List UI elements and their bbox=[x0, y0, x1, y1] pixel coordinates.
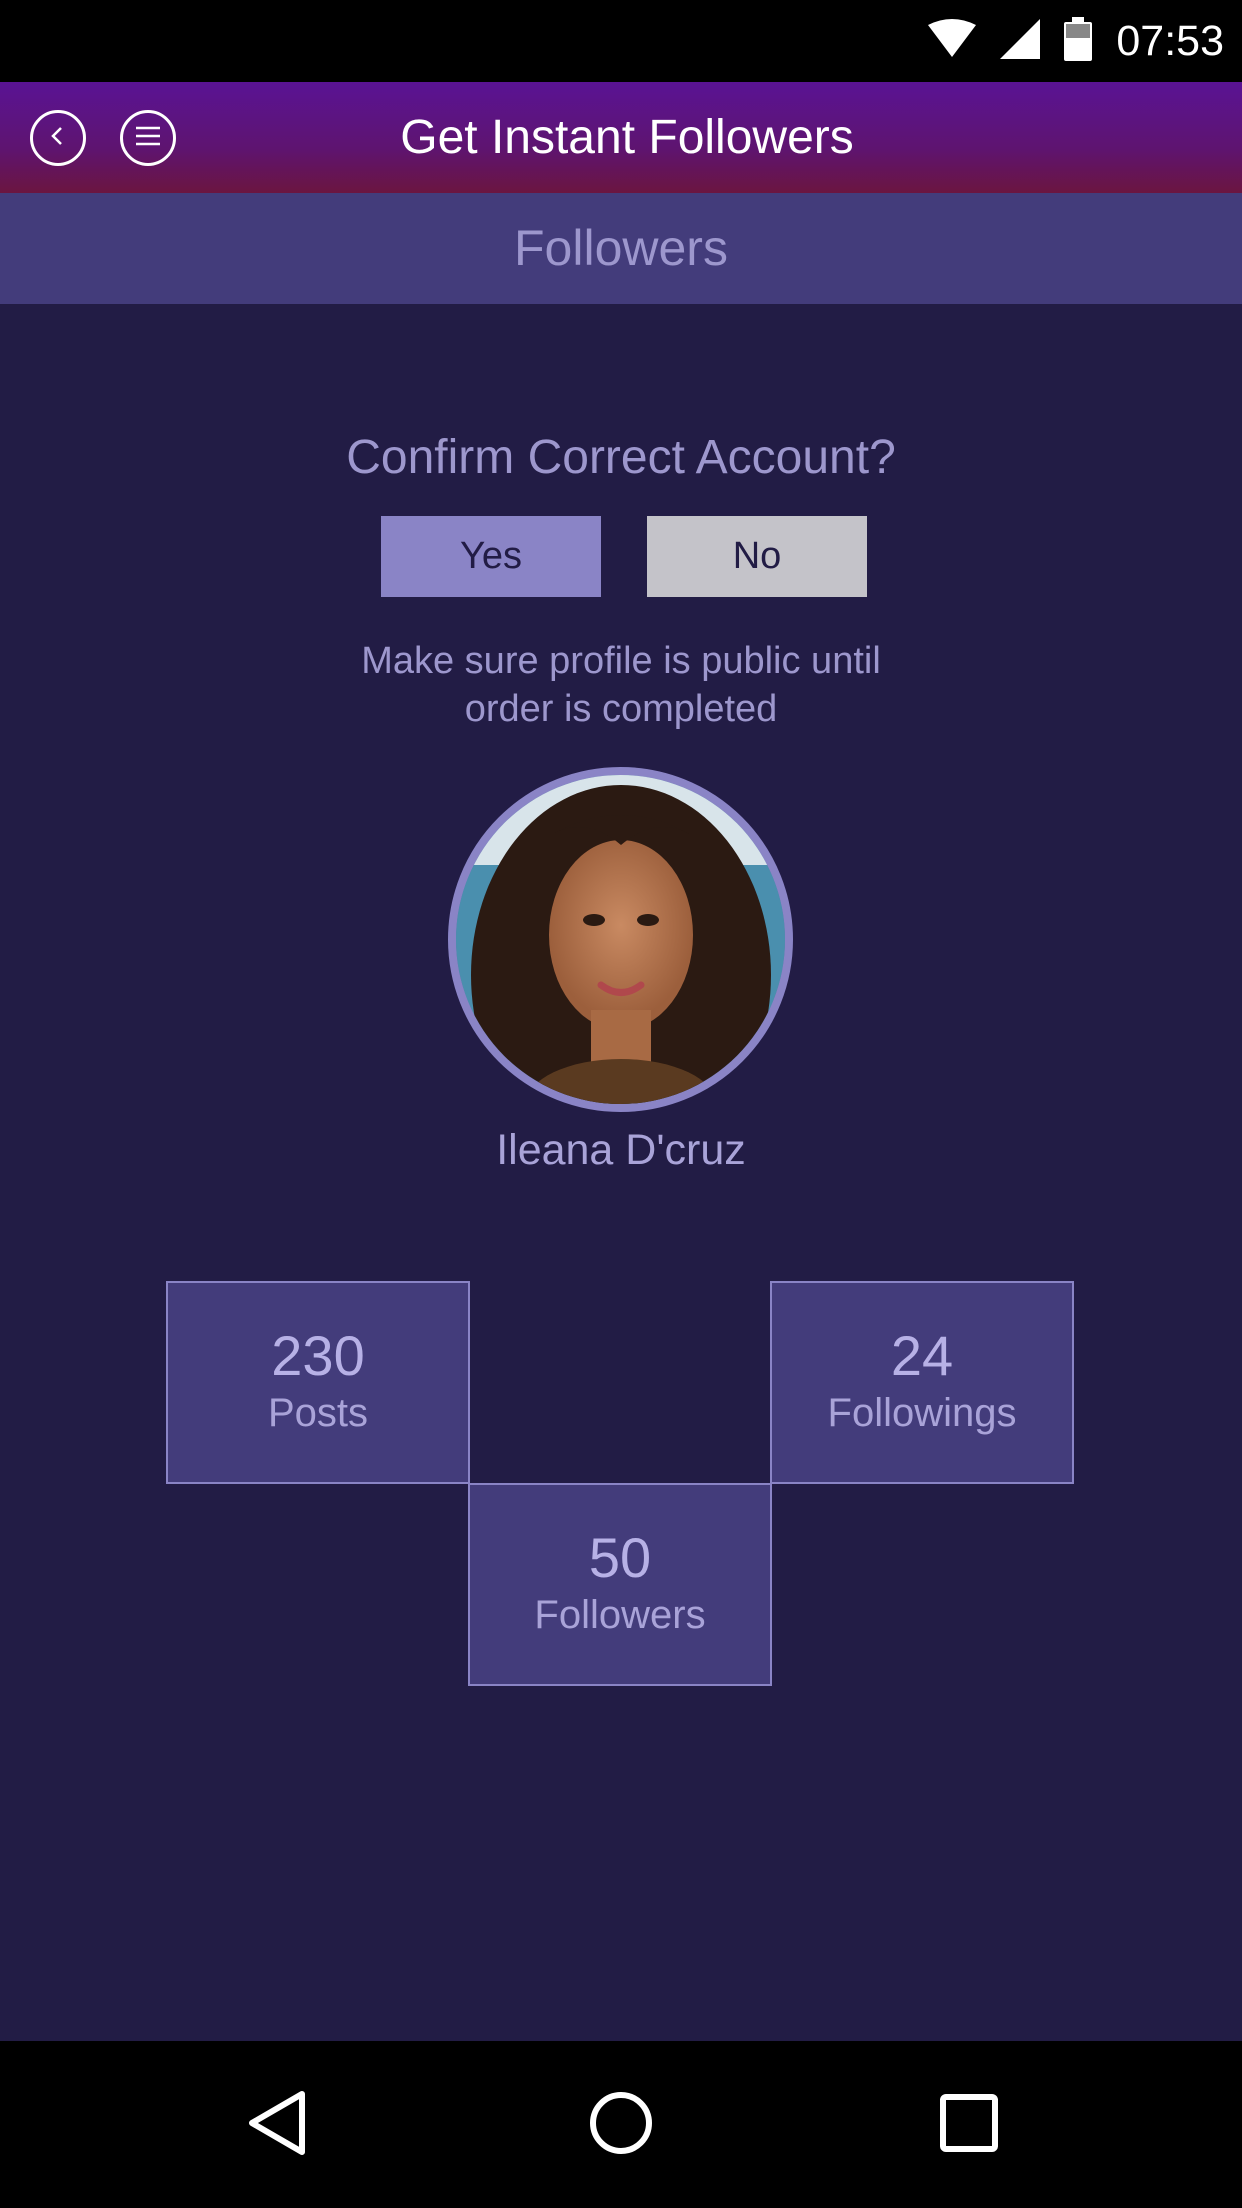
status-icons: 07:53 bbox=[928, 14, 1224, 68]
followers-count: 50 bbox=[588, 1526, 652, 1589]
back-icon bbox=[46, 124, 70, 153]
nav-back-button[interactable] bbox=[238, 2086, 316, 2164]
status-time: 07:53 bbox=[1116, 16, 1224, 65]
nav-recents-icon bbox=[939, 2093, 999, 2158]
nav-home-button[interactable] bbox=[582, 2086, 660, 2164]
followers-label: Followers bbox=[534, 1593, 706, 1637]
posts-label: Posts bbox=[267, 1391, 369, 1435]
yes-button[interactable]: Yes bbox=[381, 516, 601, 597]
wifi-icon bbox=[928, 18, 977, 64]
avatar-photo bbox=[456, 775, 785, 1104]
signal-icon bbox=[1000, 18, 1041, 64]
nav-back-icon bbox=[246, 2090, 308, 2161]
nav-recents-button[interactable] bbox=[930, 2086, 1008, 2164]
public-profile-note: Make sure profile is public until order … bbox=[361, 640, 881, 730]
followings-label: Followings bbox=[827, 1391, 1017, 1435]
posts-stat: 230 Posts bbox=[166, 1281, 470, 1484]
followings-stat: 24 Followings bbox=[770, 1281, 1074, 1484]
no-button[interactable]: No bbox=[647, 516, 867, 597]
battery-icon bbox=[1064, 16, 1093, 66]
section-header: Followers bbox=[0, 193, 1242, 304]
app-title: Get Instant Followers bbox=[400, 111, 854, 164]
app-bar: Get Instant Followers bbox=[0, 82, 1242, 193]
nav-home-icon bbox=[589, 2091, 653, 2160]
followers-stat: 50 Followers bbox=[468, 1483, 772, 1686]
confirm-question: Confirm Correct Account? bbox=[346, 431, 896, 484]
menu-icon bbox=[134, 124, 162, 153]
followings-count: 24 bbox=[890, 1324, 954, 1387]
posts-count: 230 bbox=[271, 1324, 365, 1387]
menu-button[interactable] bbox=[120, 110, 176, 166]
status-bar: 07:53 bbox=[0, 0, 1242, 82]
system-nav-bar bbox=[0, 2041, 1242, 2208]
avatar bbox=[448, 767, 793, 1112]
profile-name: Ileana D'cruz bbox=[496, 1126, 746, 1174]
back-button[interactable] bbox=[30, 110, 86, 166]
